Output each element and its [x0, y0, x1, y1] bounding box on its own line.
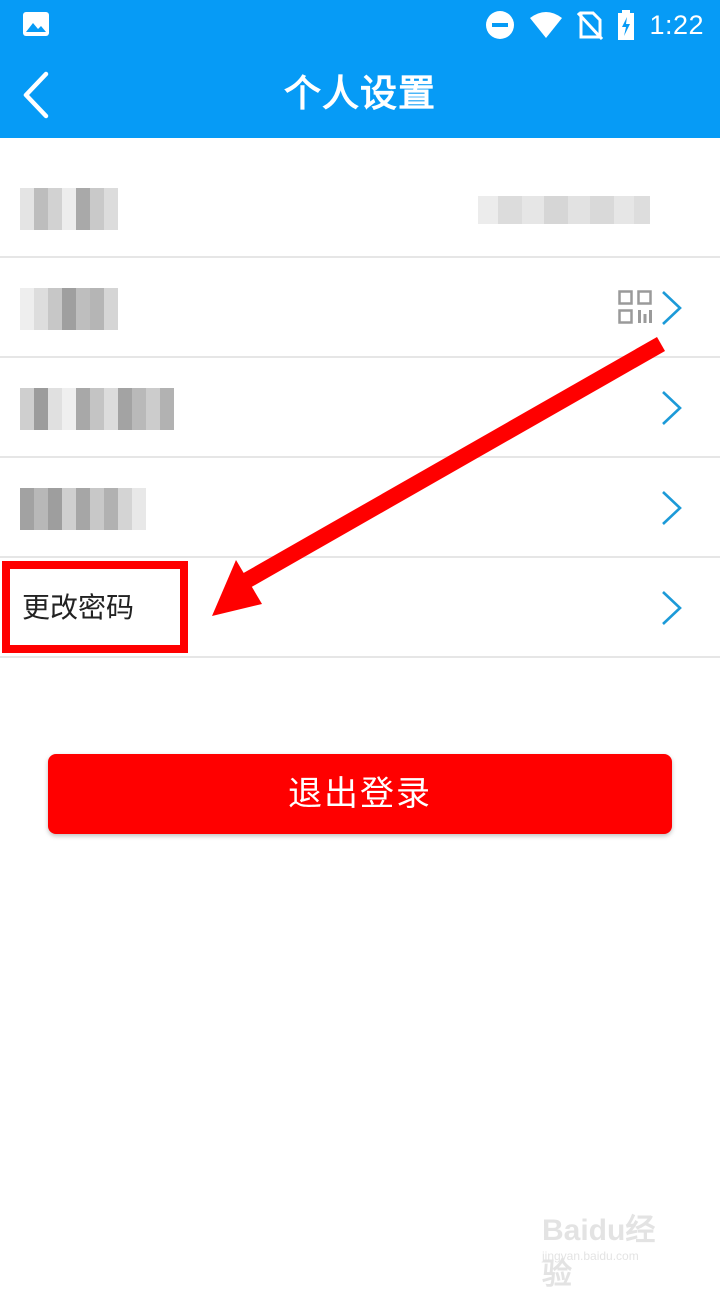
baidu-jingyan-watermark: Baidu经验 jingyan.baidu.com — [542, 1205, 682, 1291]
settings-row-3[interactable] — [0, 358, 720, 458]
settings-row-4[interactable] — [0, 458, 720, 558]
app-bar: 个人设置 — [0, 50, 720, 138]
settings-row-2[interactable] — [0, 258, 720, 358]
blurred-label — [20, 288, 118, 330]
settings-row-1[interactable] — [0, 158, 720, 258]
gallery-icon — [23, 12, 49, 36]
header: 1:22 个人设置 — [0, 0, 720, 138]
qr-code-icon[interactable] — [618, 290, 652, 324]
blurred-label — [20, 488, 146, 530]
chevron-right-icon — [662, 291, 682, 325]
page-title: 个人设置 — [284, 72, 436, 115]
blurred-value — [478, 196, 650, 224]
blurred-label — [20, 388, 174, 430]
chevron-right-icon — [662, 491, 682, 525]
status-time: 1:22 — [649, 9, 704, 40]
chevron-right-icon — [662, 591, 682, 625]
logout-button[interactable]: 退出登录 — [48, 754, 672, 834]
do-not-disturb-icon — [486, 11, 515, 39]
status-bar: 1:22 — [0, 0, 720, 50]
no-sim-icon — [577, 11, 604, 40]
wifi-icon — [530, 12, 563, 38]
battery-charging-icon — [618, 10, 635, 40]
blurred-label — [20, 188, 118, 230]
chevron-right-icon — [662, 391, 682, 425]
watermark-url: jingyan.baidu.com — [542, 1249, 639, 1263]
annotation-highlight-box — [2, 561, 188, 653]
